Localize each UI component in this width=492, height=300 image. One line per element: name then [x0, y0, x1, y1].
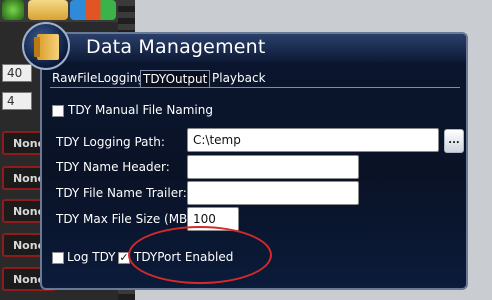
file-name-trailer-input[interactable] — [187, 181, 359, 205]
data-management-app-icon — [22, 22, 70, 70]
max-file-size-input[interactable]: 100 — [187, 207, 239, 231]
tdyport-enabled-label: TDYPort Enabled — [134, 250, 234, 264]
tab-rawfilelogging[interactable]: RawFileLogging — [50, 70, 147, 87]
browse-button[interactable]: ... — [444, 129, 464, 153]
tab-playback[interactable]: Playback — [210, 70, 268, 87]
background-field-2[interactable]: 4 — [2, 92, 32, 110]
tdyport-enabled-checkbox[interactable]: ✓ — [118, 252, 130, 264]
manual-naming-label: TDY Manual File Naming — [68, 103, 213, 117]
log-tdy-label: Log TDY — [67, 250, 116, 264]
log-tdy-checkbox[interactable] — [52, 252, 64, 264]
folder-icon — [34, 34, 59, 60]
file-name-trailer-label: TDY File Name Trailer: — [56, 186, 187, 200]
dialog-title: Data Management — [86, 36, 266, 58]
logging-path-input[interactable]: C:\temp — [187, 128, 439, 152]
tab-divider — [50, 87, 460, 88]
name-header-input[interactable] — [187, 155, 359, 179]
data-management-dialog: Data Management RawFileLogging TDYOutput… — [40, 32, 468, 290]
name-header-label: TDY Name Header: — [56, 160, 170, 174]
tab-tdyoutput[interactable]: TDYOutput — [140, 70, 211, 87]
folder-icon[interactable] — [28, 0, 68, 20]
status-icon[interactable] — [2, 0, 24, 20]
bar-chart-icon[interactable] — [70, 0, 116, 20]
max-file-size-label: TDY Max File Size (MB): — [56, 212, 197, 226]
background-field-1[interactable]: 40 — [2, 64, 32, 82]
dialog-titlebar[interactable]: Data Management — [42, 34, 466, 62]
manual-naming-checkbox[interactable] — [52, 105, 64, 117]
logging-path-label: TDY Logging Path: — [56, 135, 165, 149]
